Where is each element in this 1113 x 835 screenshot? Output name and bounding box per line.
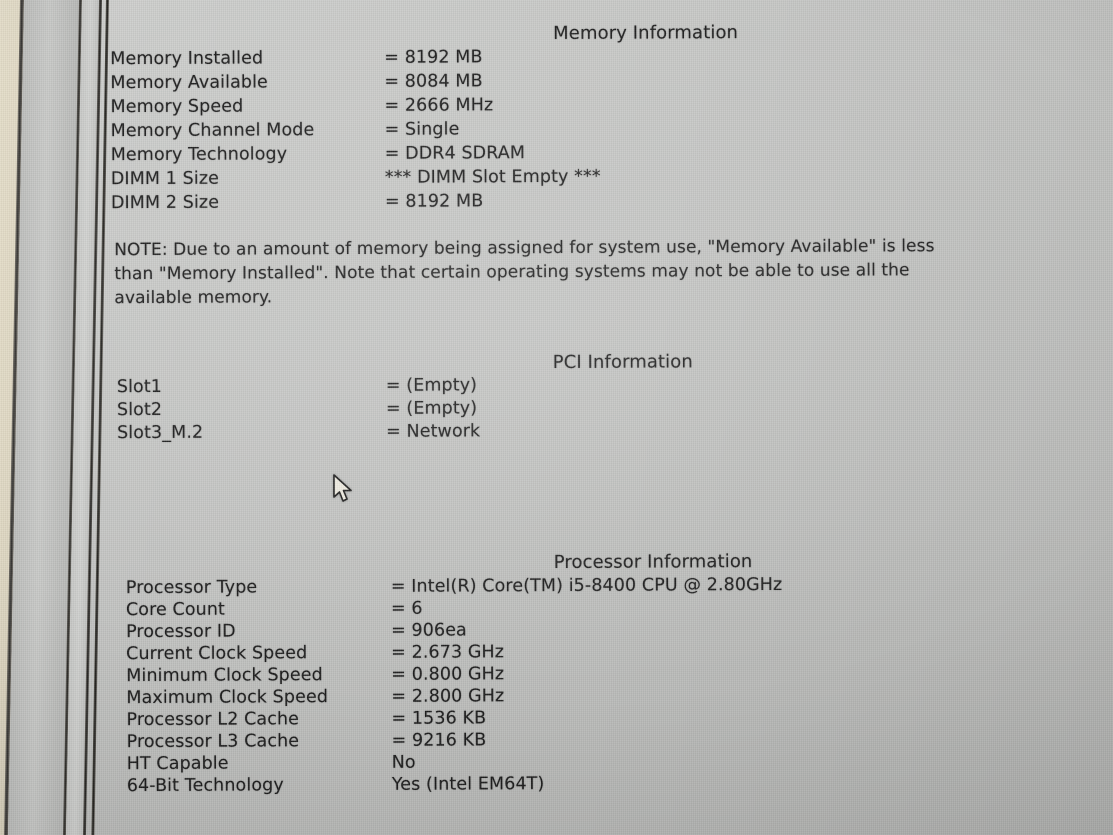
note-line-1: NOTE: Due to an amount of memory being a… <box>114 236 935 261</box>
label-64-bit-technology: 64-Bit Technology <box>126 775 284 797</box>
value-processor-id: = 906ea <box>390 620 467 641</box>
value-processor-l2-cache: = 1536 KB <box>391 708 487 729</box>
value-core-count: = 6 <box>390 598 423 619</box>
label-memory-speed: Memory Speed <box>110 96 244 118</box>
label-minimum-clock-speed: Minimum Clock Speed <box>126 665 323 687</box>
value-maximum-clock-speed: = 2.800 GHz <box>391 686 505 707</box>
label-memory-installed: Memory Installed <box>110 48 264 70</box>
bios-system-information-screen: Memory Information Memory Installed = 81… <box>0 0 1113 835</box>
value-64-bit-technology: Yes (Intel EM64T) <box>391 774 545 795</box>
label-memory-channel-mode: Memory Channel Mode <box>110 120 315 142</box>
value-dimm-2-size: = 8192 MB <box>384 191 484 212</box>
value-memory-technology: = DDR4 SDRAM <box>384 143 526 164</box>
label-current-clock-speed: Current Clock Speed <box>126 643 308 665</box>
value-memory-available: = 8084 MB <box>384 71 483 92</box>
value-slot2: = (Empty) <box>385 398 478 419</box>
value-dimm-1-size: *** DIMM Slot Empty *** <box>384 166 601 188</box>
label-maximum-clock-speed: Maximum Clock Speed <box>126 687 329 709</box>
label-processor-l2-cache: Processor L2 Cache <box>126 709 300 731</box>
memory-note-text: NOTE: Due to an amount of memory being a… <box>114 234 1066 311</box>
processor-information-title: Processor Information <box>553 551 753 574</box>
label-processor-l3-cache: Processor L3 Cache <box>126 731 300 753</box>
value-ht-capable: No <box>391 752 416 773</box>
label-dimm-2-size: DIMM 2 Size <box>110 192 220 214</box>
value-current-clock-speed: = 2.673 GHz <box>391 642 505 663</box>
value-slot1: = (Empty) <box>385 375 478 396</box>
value-memory-channel-mode: = Single <box>384 119 460 140</box>
value-minimum-clock-speed: = 0.800 GHz <box>391 664 505 685</box>
value-slot3-m2: = Network <box>386 421 481 442</box>
system-information-content: Memory Information Memory Installed = 81… <box>0 0 1113 835</box>
label-processor-type: Processor Type <box>125 577 258 599</box>
label-memory-available: Memory Available <box>110 72 268 94</box>
label-memory-technology: Memory Technology <box>110 144 288 166</box>
value-memory-installed: = 8192 MB <box>384 47 483 68</box>
note-line-3: available memory. <box>114 287 273 309</box>
label-dimm-1-size: DIMM 1 Size <box>110 168 220 190</box>
memory-information-title: Memory Information <box>553 22 739 45</box>
label-core-count: Core Count <box>125 599 226 621</box>
value-processor-type: = Intel(R) Core(TM) i5-8400 CPU @ 2.80GH… <box>390 574 783 597</box>
label-processor-id: Processor ID <box>125 621 236 643</box>
label-slot3-m2: Slot3_M.2 <box>117 422 204 444</box>
label-slot1: Slot1 <box>116 376 163 398</box>
value-memory-speed: = 2666 MHz <box>384 95 494 116</box>
value-processor-l3-cache: = 9216 KB <box>391 730 487 751</box>
pci-information-title: PCI Information <box>552 351 693 374</box>
label-slot2: Slot2 <box>116 399 163 421</box>
label-ht-capable: HT Capable <box>126 753 229 775</box>
